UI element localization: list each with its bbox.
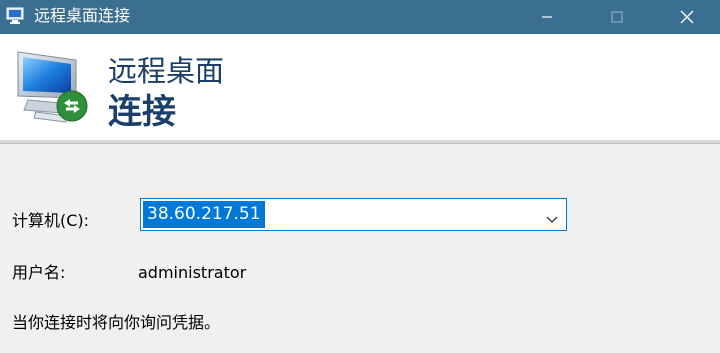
computer-label: 计算机(C): — [12, 211, 90, 230]
credentials-note: 当你连接时将向你询问凭据。 — [12, 313, 221, 332]
close-button[interactable] — [664, 0, 710, 34]
header-divider — [0, 140, 720, 144]
chevron-down-icon[interactable] — [546, 210, 558, 223]
maximize-button[interactable] — [594, 0, 640, 34]
computer-combobox[interactable]: 38.60.217.51 — [140, 198, 567, 231]
close-icon — [680, 10, 694, 24]
computer-input[interactable]: 38.60.217.51 — [143, 201, 265, 228]
window-title: 远程桌面连接 — [34, 6, 131, 25]
header-banner: 远程桌面 连接 — [0, 34, 720, 140]
username-label: 用户名: — [12, 263, 66, 282]
maximize-icon — [611, 11, 623, 23]
header-title-line1: 远程桌面 — [108, 54, 225, 88]
header-title-line2: 连接 — [108, 92, 176, 132]
title-bar: 远程桌面连接 — [0, 0, 720, 34]
remote-desktop-icon — [14, 46, 94, 126]
minimize-icon — [542, 16, 552, 18]
remote-desktop-app-icon — [6, 7, 26, 25]
username-value: administrator — [138, 263, 247, 282]
minimize-button[interactable] — [524, 0, 570, 34]
